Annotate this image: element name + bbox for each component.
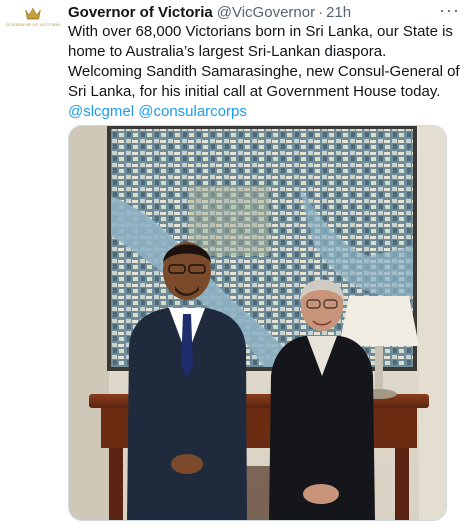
tweet-line: home to Australia’s largest Sri-Lankan d… (68, 43, 387, 60)
tweet-timestamp[interactable]: 21h (326, 4, 351, 21)
avatar[interactable]: GOVERNOR OF VICTORIA (6, 6, 60, 42)
crown-icon (25, 8, 41, 20)
tweet-card: GOVERNOR OF VICTORIA Governor of Victori… (0, 0, 474, 529)
tweet-mentions: @slcgmel @consularcorps (68, 102, 464, 122)
tweet-header: Governor of Victoria @VicGovernor · 21h (68, 2, 444, 22)
tweet-line: Welcoming Sandith Samarasinghe, new Cons… (68, 63, 460, 80)
mention-link-slcgmel[interactable]: @slcgmel (68, 103, 134, 120)
tweet-text: With over 68,000 Victorians born in Sri … (68, 22, 464, 122)
account-handle[interactable]: @VicGovernor (217, 4, 315, 21)
tweet-line: Sri Lanka, for his initial call at Gover… (68, 83, 441, 100)
photo-image (69, 126, 446, 520)
account-name[interactable]: Governor of Victoria (68, 4, 213, 21)
more-options-icon[interactable]: ··· (439, 0, 460, 21)
avatar-label: GOVERNOR OF VICTORIA (6, 22, 60, 27)
tweet-photo[interactable] (68, 125, 447, 521)
mention-link-consularcorps[interactable]: @consularcorps (138, 103, 247, 120)
tweet-line: With over 68,000 Victorians born in Sri … (68, 23, 453, 40)
separator-dot: · (318, 3, 324, 21)
